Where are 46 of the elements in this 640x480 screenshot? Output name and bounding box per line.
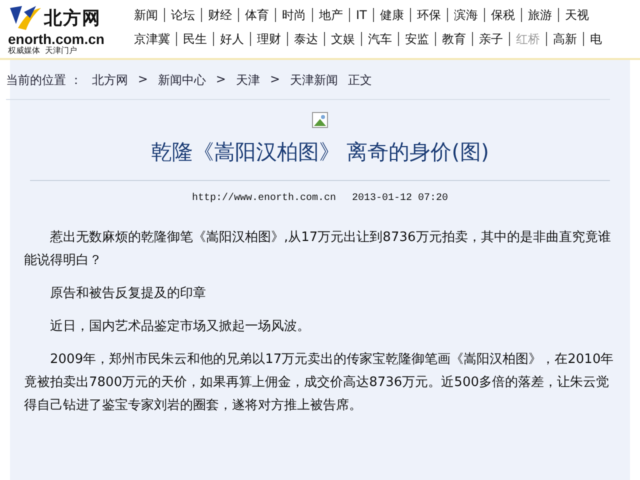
nav-link[interactable]: 电: [583, 32, 608, 46]
nav-link[interactable]: 环保: [410, 8, 447, 22]
nav-link[interactable]: 理财: [250, 32, 287, 46]
article-title: 乾隆《嵩阳汉柏图》 离奇的身价(图): [30, 138, 610, 181]
logo-icon: [8, 4, 42, 32]
article-paragraph: 2009年，郑州市民朱云和他的兄弟以17万元卖出的传家宝乾隆御笔画《嵩阳汉柏图》，在2010年竟被拍卖出7800万元的天价，如果再算上佣金，成交价高达8736万元。近500多倍的落差，让朱云觉得自己钻进了鉴宝专家刘岩的圈套，遂将对方推上被告席。: [23, 351, 615, 415]
breadcrumb-separator: >: [270, 72, 280, 88]
nav-link[interactable]: 地产: [312, 8, 349, 22]
nav-link[interactable]: 体育: [238, 8, 275, 22]
nav-link[interactable]: 健康: [372, 8, 410, 22]
broken-image-icon: [312, 112, 328, 128]
nav-link[interactable]: 教育: [435, 32, 472, 46]
publish-date: 2013-01-12 07:20: [352, 193, 448, 204]
breadcrumb-link[interactable]: 天津新闻: [290, 72, 338, 89]
nav-link[interactable]: 京津冀: [128, 32, 176, 46]
nav-link[interactable]: 天视: [558, 8, 595, 22]
nav-link[interactable]: 高新: [546, 32, 583, 46]
nav-link[interactable]: IT: [349, 8, 373, 22]
nav-link[interactable]: 滨海: [446, 8, 484, 22]
breadcrumb-current: 正文: [348, 72, 372, 89]
breadcrumb-link[interactable]: 天津: [236, 72, 260, 89]
nav-link[interactable]: 旅游: [520, 8, 558, 22]
nav-link[interactable]: 文娱: [324, 32, 361, 46]
breadcrumb-separator: >: [138, 72, 148, 88]
nav-link[interactable]: 论坛: [164, 8, 201, 22]
nav-link[interactable]: 好人: [213, 32, 250, 46]
breadcrumb-separator: >: [216, 72, 226, 88]
nav-link[interactable]: 安监: [398, 32, 435, 46]
nav-link[interactable]: 汽车: [361, 32, 398, 46]
article-paragraph: 原告和被告反复提及的印章: [49, 285, 207, 303]
nav-link[interactable]: 时尚: [275, 8, 312, 22]
logo-domain[interactable]: enorth.com.cn: [8, 32, 128, 46]
nav-link[interactable]: 民生: [176, 32, 213, 46]
breadcrumb-link[interactable]: 北方网: [92, 72, 128, 89]
nav-link[interactable]: 泰达: [287, 32, 324, 46]
breadcrumb-link[interactable]: 新闻中心: [158, 72, 206, 89]
nav-link[interactable]: 财经: [201, 8, 238, 22]
logo-slogan: 权威媒体 天津门户: [8, 46, 78, 56]
article-paragraph: 近日，国内艺术品鉴定市场又掀起一场风波。: [49, 318, 311, 336]
location-label: 当前的位置 ：: [6, 72, 82, 89]
nav-link[interactable]: 保税: [484, 8, 521, 22]
logo-name[interactable]: 北方网: [44, 6, 101, 30]
article-paragraph: 惹出无数麻烦的乾隆御笔《嵩阳汉柏图》,从17万元出让到8736万元拍卖，其中的是非曲直究竟谁能说得明白？: [23, 229, 612, 270]
source-url: http://www.enorth.com.cn: [192, 193, 336, 204]
nav-link[interactable]: 亲子: [472, 32, 509, 46]
nav-link[interactable]: 新闻: [128, 8, 164, 22]
